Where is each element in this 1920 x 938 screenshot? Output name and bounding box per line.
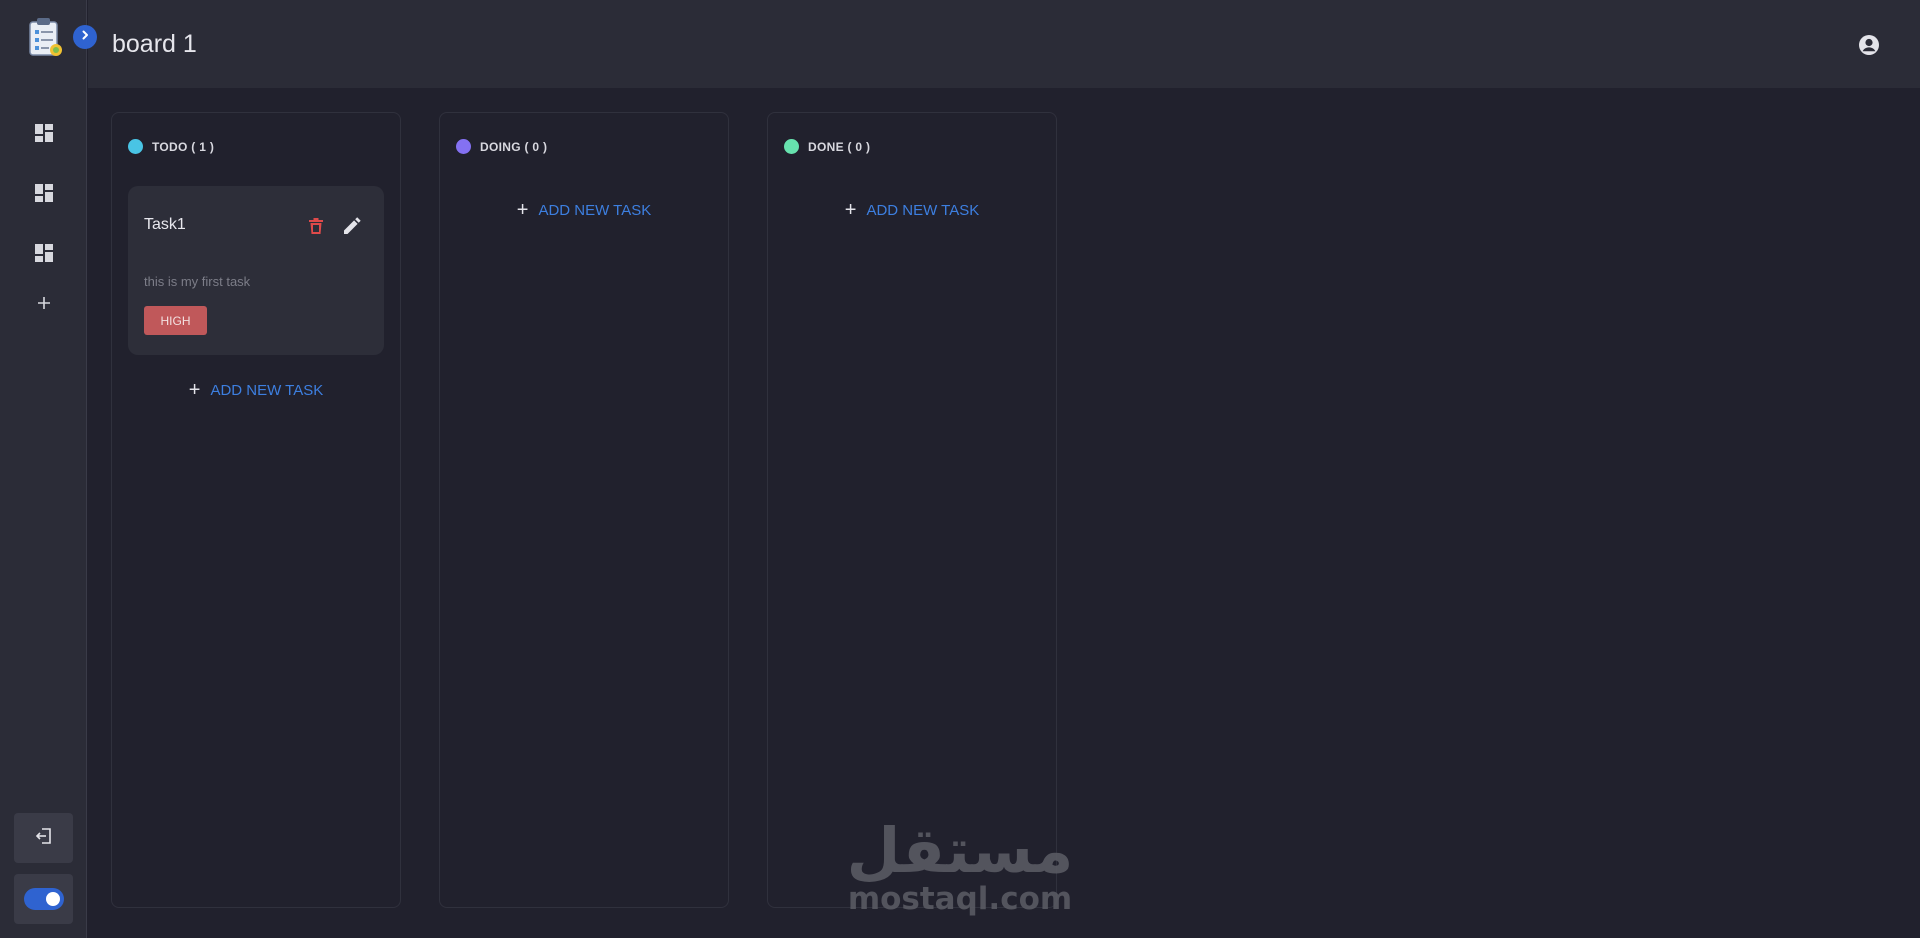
watermark-arabic: مستقل [846, 814, 1074, 887]
add-task-label: ADD NEW TASK [866, 201, 980, 219]
page-title: board 1 [112, 30, 197, 58]
pencil-icon [343, 217, 361, 239]
priority-badge: HIGH [144, 306, 207, 335]
add-new-task-button[interactable]: + ADD NEW TASK [768, 200, 1056, 220]
logout-icon [34, 826, 54, 851]
add-task-label: ADD NEW TASK [538, 201, 652, 219]
theme-toggle-container [14, 874, 73, 924]
toggle-knob [45, 892, 60, 906]
header: board 1 [88, 0, 1920, 88]
plus-icon: + [188, 379, 201, 401]
column-title: TODO ( 1 ) [152, 139, 215, 154]
status-dot [784, 139, 799, 154]
plus-icon: + [844, 199, 857, 221]
watermark: مستقل mostaql.com [840, 820, 1080, 915]
task-card[interactable]: Task1 this is my first task HIGH [128, 186, 384, 355]
chevron-right-icon [79, 28, 91, 46]
column-header: TODO ( 1 ) [128, 139, 214, 154]
column-title: DONE ( 0 ) [808, 139, 871, 154]
status-dot [456, 139, 471, 154]
delete-task-button[interactable] [306, 217, 326, 239]
sidebar [0, 0, 97, 938]
logout-button[interactable] [14, 813, 73, 863]
task-title: Task1 [144, 216, 186, 233]
column-header: DONE ( 0 ) [784, 139, 870, 154]
dashboard-icon [34, 124, 53, 147]
add-new-task-button[interactable]: + ADD NEW TASK [112, 380, 400, 400]
edit-task-button[interactable] [341, 217, 363, 239]
dashboard-icon [34, 244, 53, 267]
plus-icon [36, 295, 52, 316]
status-dot [128, 139, 143, 154]
column-todo: TODO ( 1 ) Task1 this is my first task H… [111, 112, 401, 908]
theme-toggle[interactable] [23, 888, 64, 910]
add-task-label: ADD NEW TASK [210, 381, 324, 399]
trash-icon [309, 217, 323, 239]
app: board 1 TODO ( 1 ) Task1 this is my firs… [0, 0, 1920, 938]
watermark-latin: mostaql.com [847, 881, 1073, 917]
collapse-sidebar-button[interactable] [73, 25, 97, 49]
column-done: DONE ( 0 ) + ADD NEW TASK [767, 112, 1057, 908]
column-title: DOING ( 0 ) [480, 139, 548, 154]
add-board-button[interactable] [30, 292, 57, 319]
dashboard-icon [34, 184, 53, 207]
clipboard-logo-icon [27, 17, 63, 57]
task-description: this is my first task [144, 274, 251, 289]
account-circle-icon[interactable] [1858, 34, 1884, 60]
sidebar-item-board-3[interactable] [30, 242, 57, 269]
sidebar-item-board-2[interactable] [30, 182, 57, 209]
sidebar-item-board-1[interactable] [30, 122, 57, 149]
add-new-task-button[interactable]: + ADD NEW TASK [440, 200, 728, 220]
column-header: DOING ( 0 ) [456, 139, 547, 154]
column-doing: DOING ( 0 ) + ADD NEW TASK [439, 112, 729, 908]
plus-icon: + [516, 199, 529, 221]
